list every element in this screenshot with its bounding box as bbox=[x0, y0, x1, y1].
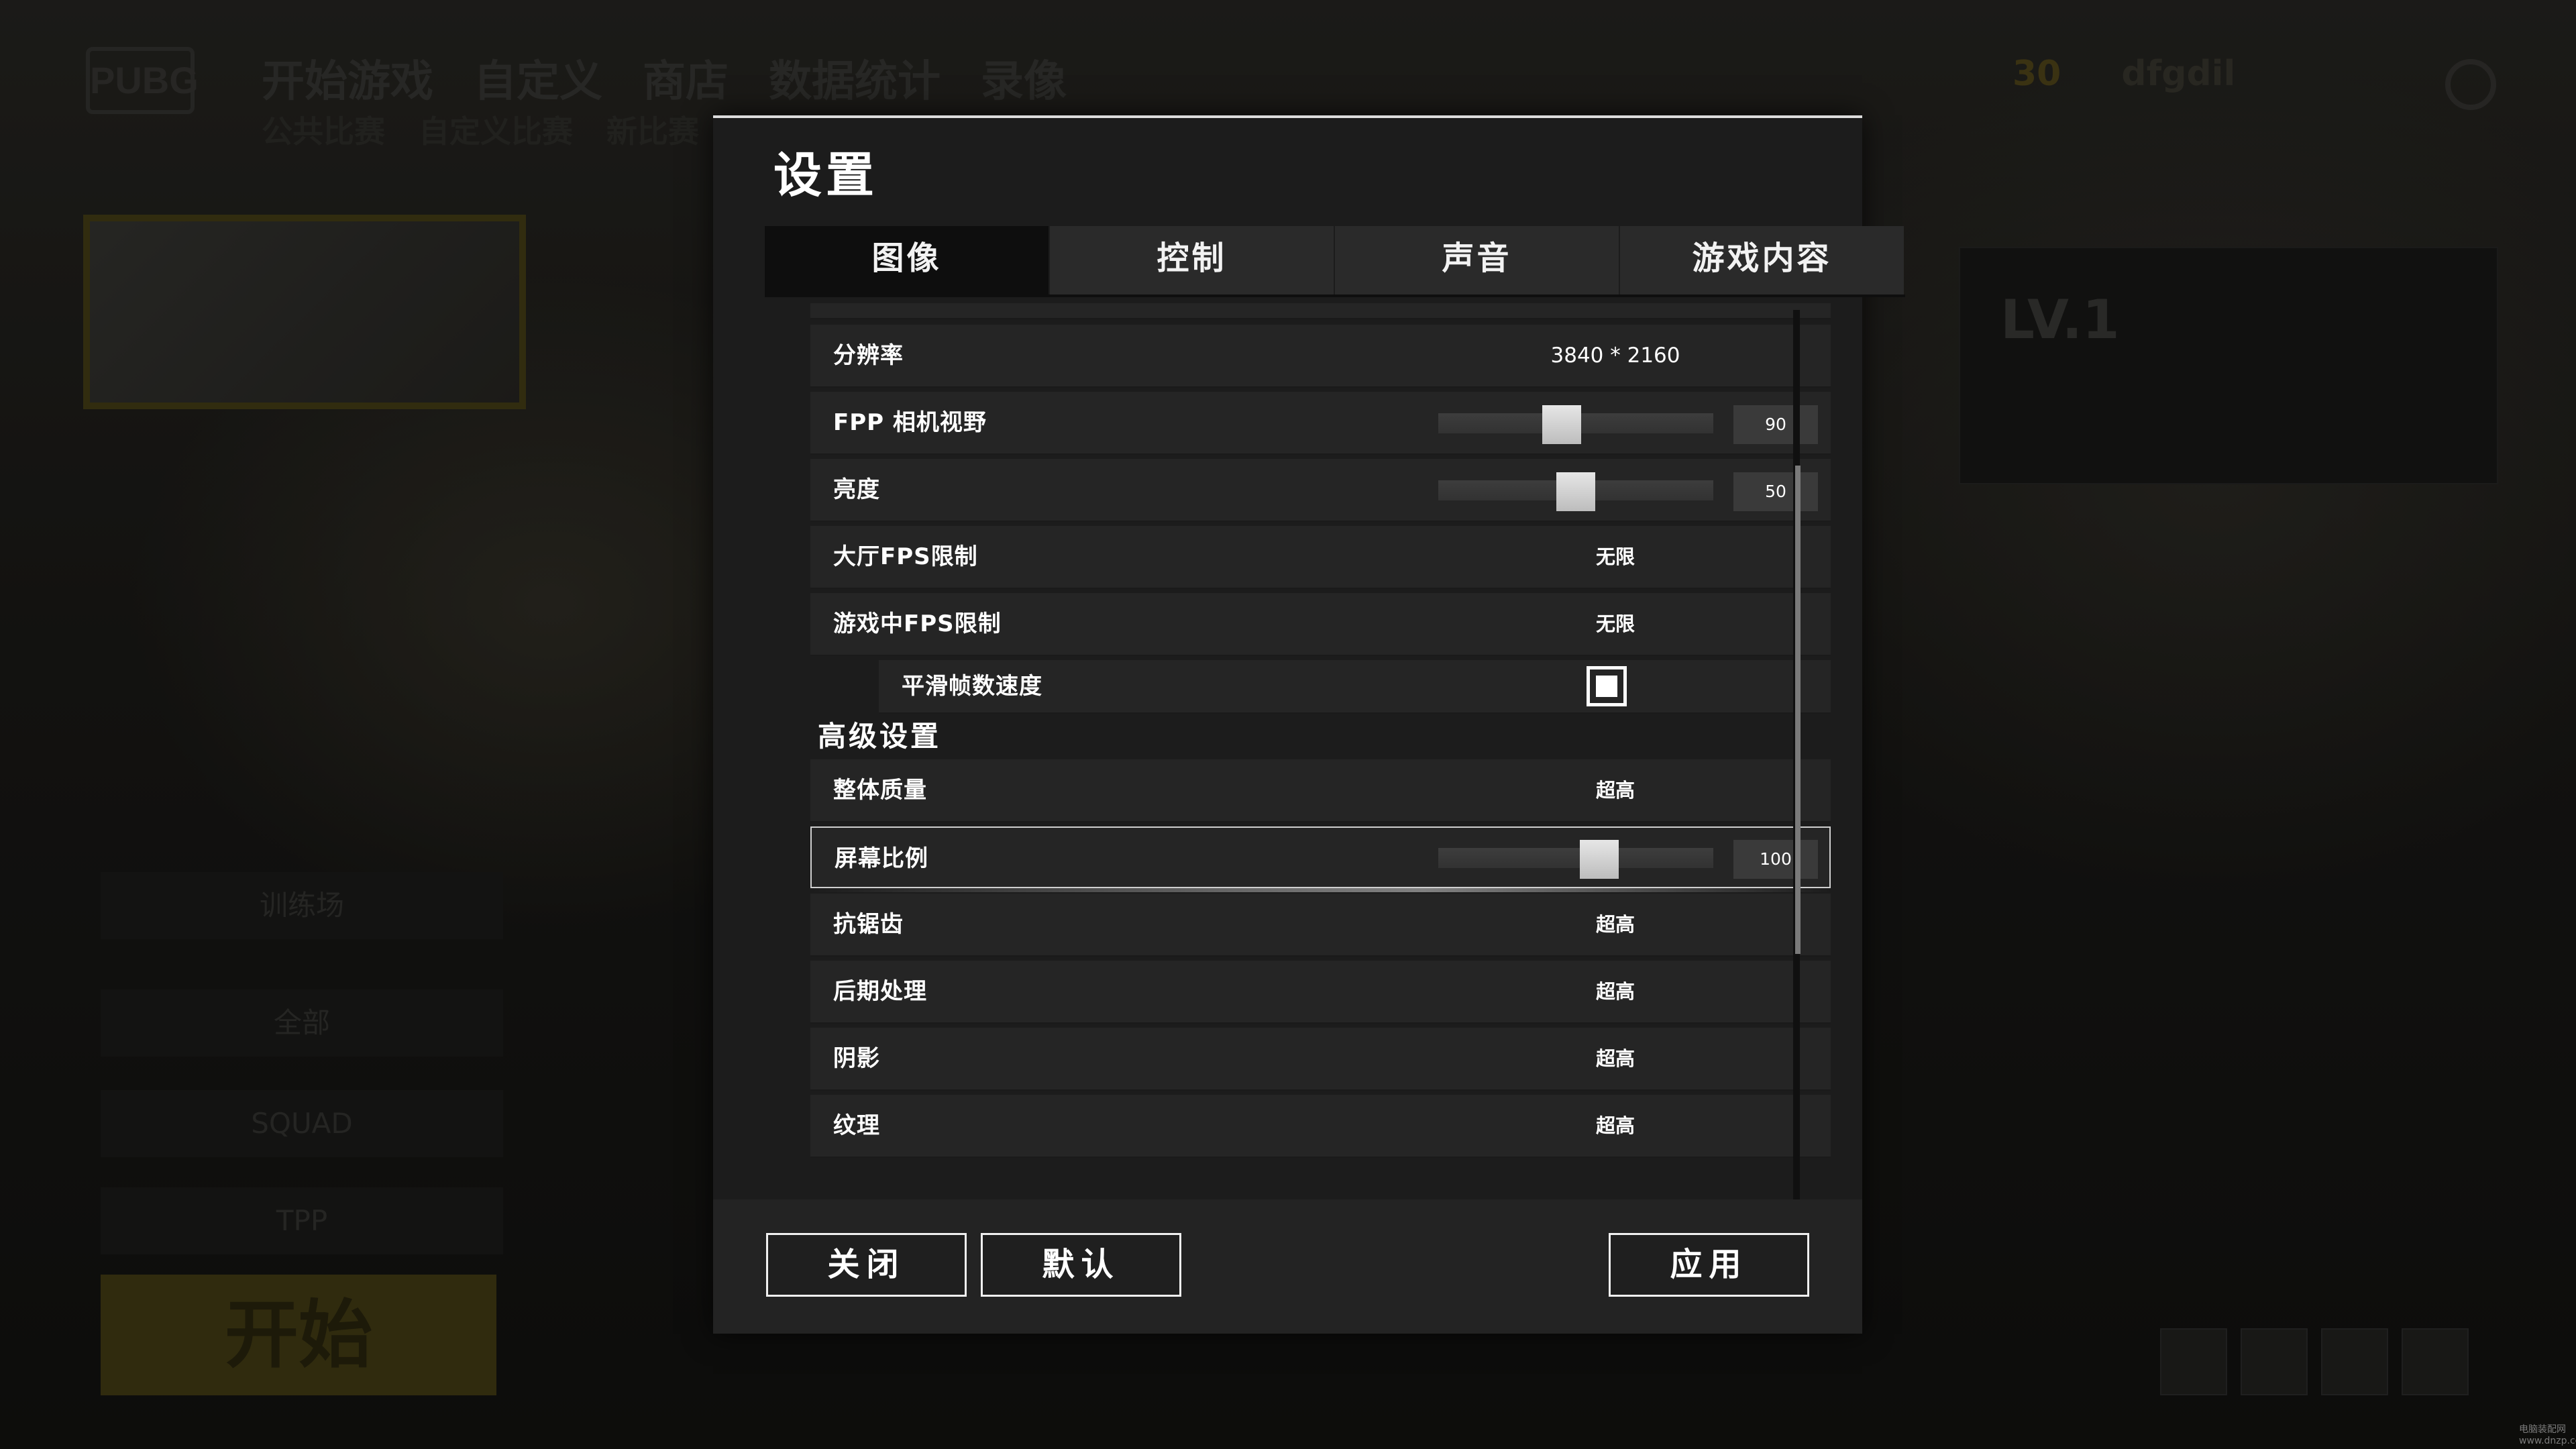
screen-scale-slider-track[interactable] bbox=[1438, 840, 1713, 879]
setting-label: FPP 相机视野 bbox=[833, 409, 987, 436]
setting-anti-aliasing[interactable]: 抗锯齿 超高 bbox=[810, 894, 1831, 957]
watermark: 电脑装配网 www.dnzp.com bbox=[2519, 1424, 2576, 1446]
setting-fpp-fov[interactable]: FPP 相机视野 90 bbox=[810, 392, 1831, 455]
tab-divider bbox=[765, 294, 1905, 297]
setting-shadows[interactable]: 阴影 超高 bbox=[810, 1028, 1831, 1091]
setting-label: 整体质量 bbox=[833, 777, 927, 804]
brightness-slider-track[interactable] bbox=[1438, 472, 1713, 511]
setting-value[interactable]: 超高 bbox=[1515, 1028, 1716, 1089]
tab-controls[interactable]: 控制 bbox=[1050, 226, 1334, 294]
setting-smooth-framerate[interactable]: 平滑帧数速度 bbox=[879, 660, 1831, 714]
setting-value[interactable]: 3840 * 2160 bbox=[1515, 325, 1716, 386]
dialog-top-border bbox=[713, 115, 1862, 118]
setting-label: 阴影 bbox=[833, 1045, 880, 1072]
setting-value[interactable]: 无限 bbox=[1515, 593, 1716, 655]
setting-value[interactable]: 无限 bbox=[1515, 526, 1716, 588]
brightness-value-box[interactable]: 50 bbox=[1733, 472, 1818, 511]
dialog-title: 设置 bbox=[773, 147, 879, 203]
tab-graphics[interactable]: 图像 bbox=[765, 226, 1049, 294]
setting-value[interactable]: 超高 bbox=[1515, 961, 1716, 1022]
setting-textures[interactable]: 纹理 超高 bbox=[810, 1095, 1831, 1158]
setting-lobby-fps[interactable]: 大厅FPS限制 无限 bbox=[810, 526, 1831, 589]
setting-brightness[interactable]: 亮度 50 bbox=[810, 459, 1831, 522]
checkbox-check bbox=[1596, 676, 1617, 697]
apply-button[interactable]: 应用 bbox=[1609, 1233, 1809, 1297]
setting-label: 亮度 bbox=[833, 476, 880, 503]
smooth-framerate-checkbox[interactable] bbox=[1587, 666, 1627, 706]
setting-ingame-fps[interactable]: 游戏中FPS限制 无限 bbox=[810, 593, 1831, 656]
setting-label: 抗锯齿 bbox=[833, 911, 904, 938]
setting-value[interactable]: 超高 bbox=[1515, 1095, 1716, 1157]
setting-value[interactable]: 超高 bbox=[1515, 759, 1716, 821]
settings-list: 分辨率 3840 * 2160 FPP 相机视野 90 亮度 50 大厅FPS限… bbox=[769, 303, 1842, 1276]
setting-overall-quality[interactable]: 整体质量 超高 bbox=[810, 759, 1831, 822]
setting-screen-scale[interactable]: 屏幕比例 100 bbox=[810, 826, 1832, 892]
setting-label: 后期处理 bbox=[833, 978, 927, 1005]
setting-label: 游戏中FPS限制 bbox=[833, 610, 1002, 637]
brightness-slider-thumb[interactable] bbox=[1556, 472, 1595, 511]
setting-post-processing[interactable]: 后期处理 超高 bbox=[810, 961, 1831, 1024]
screen-scale-value-box[interactable]: 100 bbox=[1733, 840, 1818, 879]
settings-tabs: 图像 控制 声音 游戏内容 bbox=[765, 226, 1905, 294]
settings-dialog: 设置 图像 控制 声音 游戏内容 分辨率 3840 * 2160 FPP 相机视… bbox=[713, 115, 1905, 1334]
focus-underline bbox=[812, 888, 1832, 892]
setting-value[interactable]: 超高 bbox=[1515, 894, 1716, 955]
setting-label: 纹理 bbox=[833, 1112, 880, 1139]
setting-label: 屏幕比例 bbox=[835, 845, 928, 872]
tab-sound[interactable]: 声音 bbox=[1335, 226, 1619, 294]
setting-label: 平滑帧数速度 bbox=[902, 673, 1042, 700]
default-button[interactable]: 默认 bbox=[981, 1233, 1181, 1297]
screen-scale-slider-thumb[interactable] bbox=[1580, 840, 1619, 879]
setting-label: 分辨率 bbox=[833, 342, 904, 369]
fov-value-box[interactable]: 90 bbox=[1733, 405, 1818, 444]
advanced-settings-header: 高级设置 bbox=[818, 720, 942, 753]
scrollbar-thumb[interactable] bbox=[1795, 466, 1801, 954]
fov-slider-track[interactable] bbox=[1438, 405, 1713, 444]
setting-resolution[interactable]: 分辨率 3840 * 2160 bbox=[810, 325, 1831, 388]
close-button[interactable]: 关闭 bbox=[766, 1233, 967, 1297]
tab-gameplay[interactable]: 游戏内容 bbox=[1620, 226, 1904, 294]
fov-slider-thumb[interactable] bbox=[1542, 405, 1581, 444]
setting-label: 大厅FPS限制 bbox=[833, 543, 978, 570]
list-item-partial bbox=[810, 303, 1831, 319]
